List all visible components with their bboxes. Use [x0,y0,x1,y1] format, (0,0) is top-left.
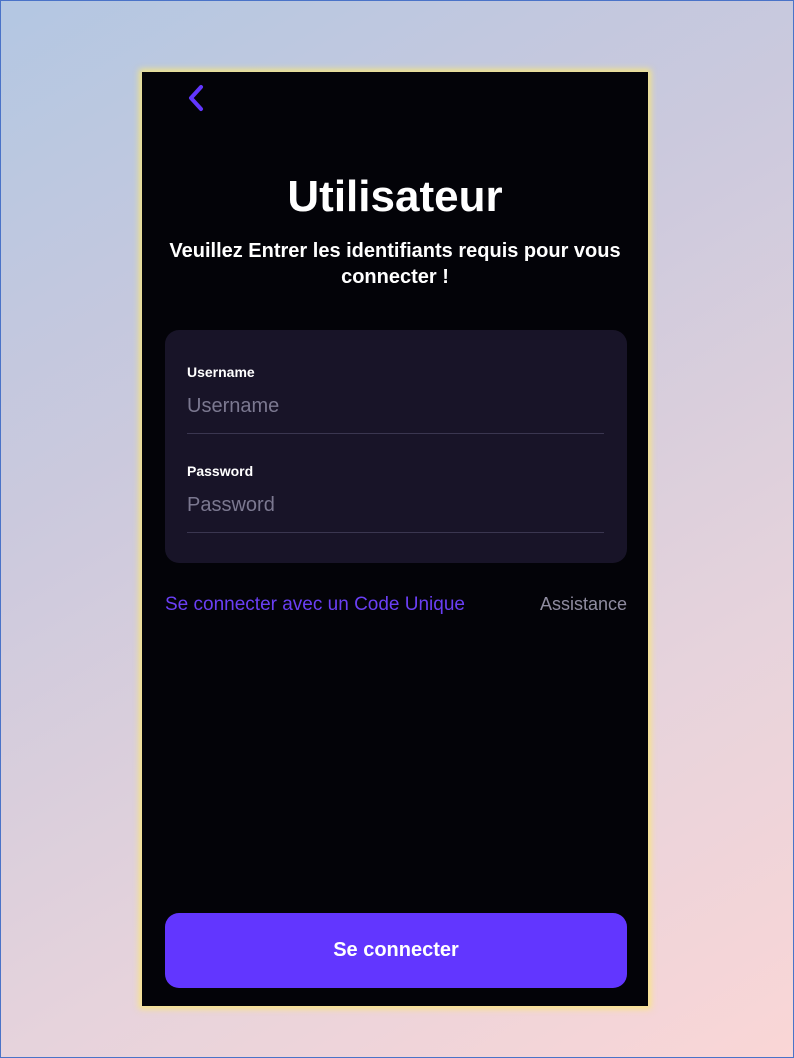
back-button[interactable] [180,82,212,114]
login-screen: Utilisateur Veuillez Entrer les identifi… [142,72,648,1006]
code-login-link[interactable]: Se connecter avec un Code Unique [165,593,465,617]
username-field-group: Username [187,363,604,434]
username-input[interactable] [187,393,604,434]
login-form-card: Username Password [165,330,627,563]
chevron-left-icon [189,85,203,111]
username-label: Username [187,364,255,380]
login-button[interactable]: Se connecter [165,913,627,988]
password-label: Password [187,463,254,479]
page-subtitle: Veuillez Entrer les identifiants requis … [169,240,621,288]
page-title: Utilisateur [287,172,503,221]
password-field-group: Password [187,462,604,533]
password-input[interactable] [187,492,604,533]
assistance-link[interactable]: Assistance [540,593,627,615]
